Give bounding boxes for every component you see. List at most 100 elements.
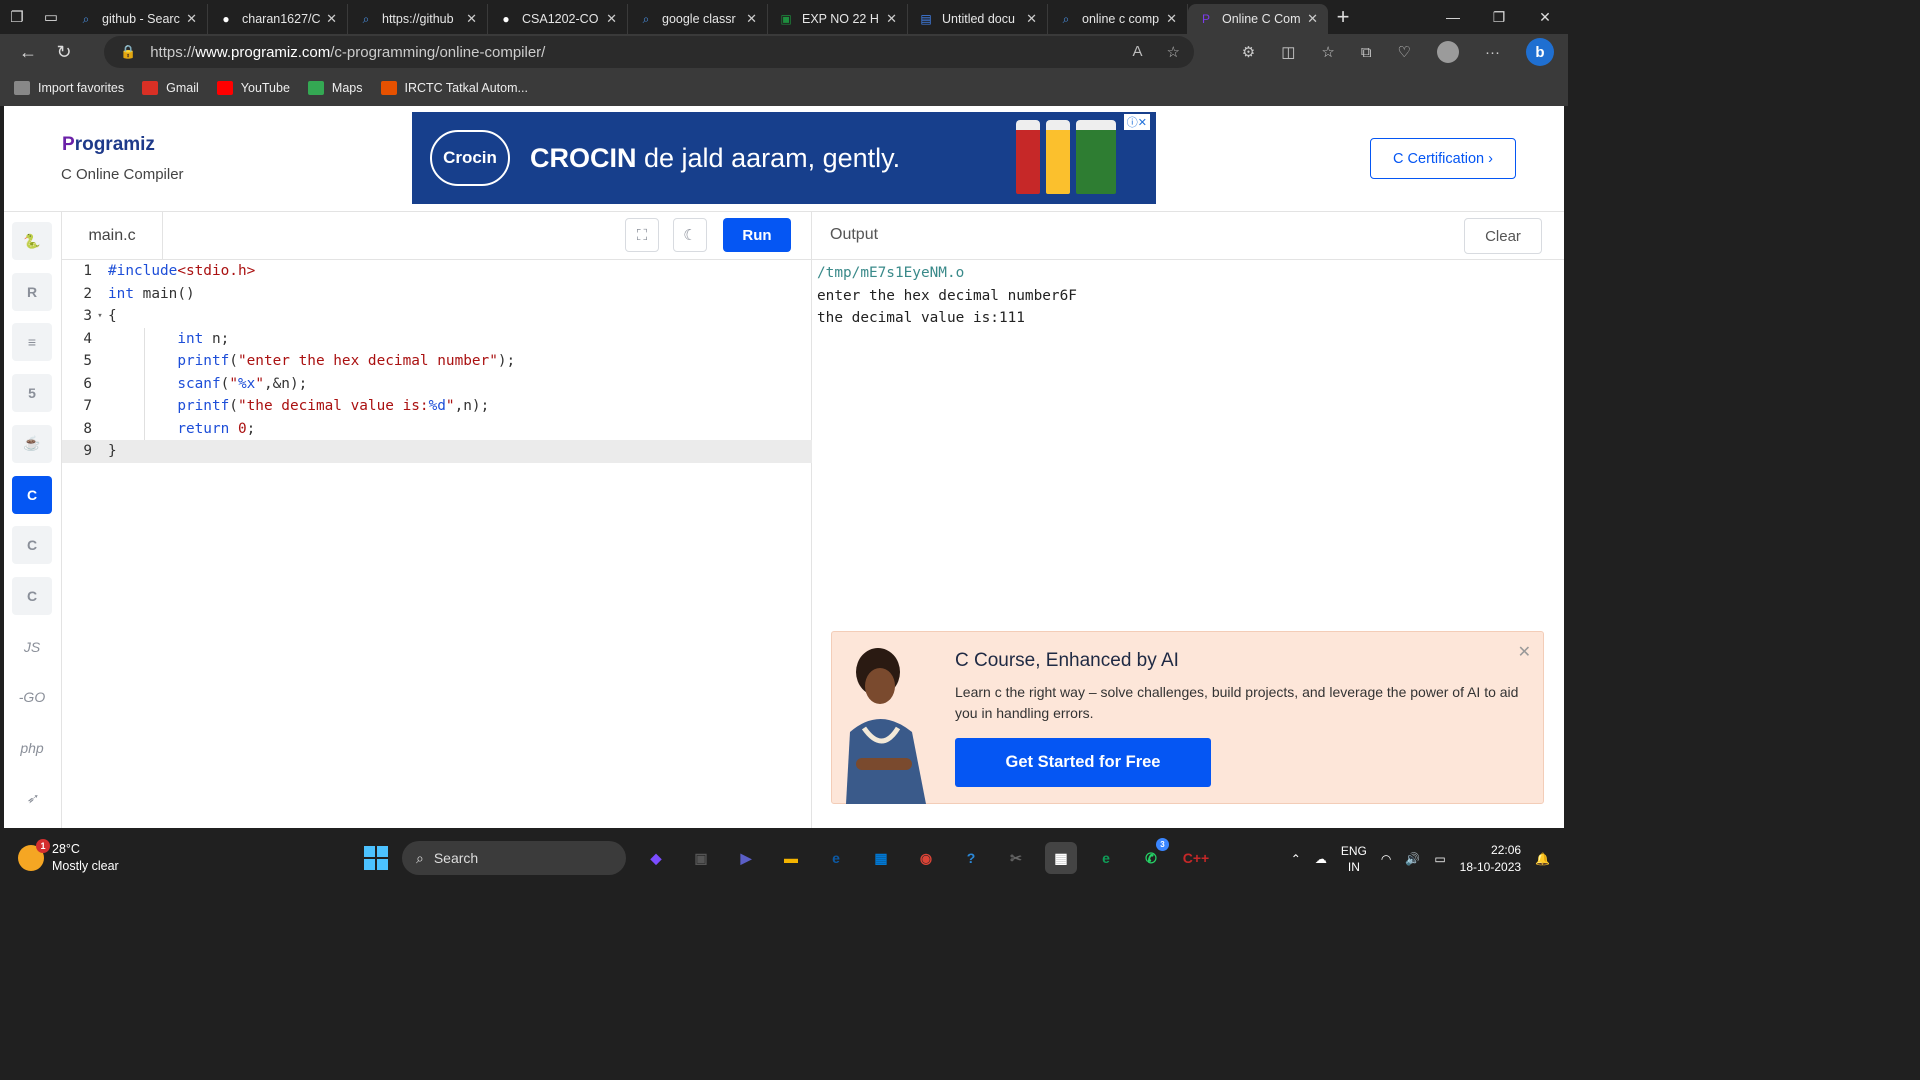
favorite-item[interactable]: YouTube: [216, 81, 290, 95]
tab-close-icon[interactable]: ✕: [326, 11, 337, 27]
lang-sql-icon[interactable]: ≡: [12, 323, 52, 362]
promo-close-icon[interactable]: ✕: [1518, 642, 1531, 662]
battery-icon[interactable]: ▭: [1434, 852, 1445, 866]
tab-close-icon[interactable]: ✕: [466, 11, 477, 27]
address-bar-row: ← ↻ 🔒 https://www.programiz.com/c-progra…: [0, 34, 1568, 70]
browser-tab-title: online c comp: [1082, 12, 1160, 26]
tab-close-icon[interactable]: ✕: [746, 11, 757, 27]
lang-html-icon[interactable]: 5: [12, 374, 52, 413]
lang-swift-icon[interactable]: ➶: [12, 780, 52, 818]
restore-button[interactable]: ❐: [1476, 9, 1522, 26]
code-token: ": [445, 398, 455, 415]
teams-icon[interactable]: ▶: [730, 842, 762, 874]
code-line: 5 printf("enter the hex decimal number")…: [62, 350, 812, 373]
favorites-icon[interactable]: ☆: [1321, 43, 1334, 61]
language-indicator[interactable]: ENG IN: [1341, 843, 1367, 875]
code-token: ": [229, 375, 238, 392]
browser-tab[interactable]: ● charan1627/C ✕: [208, 4, 348, 34]
lang-c-icon[interactable]: C: [12, 475, 52, 514]
lang-js-icon[interactable]: JS: [12, 628, 52, 666]
extensions-icon[interactable]: ⚙: [1242, 43, 1255, 61]
wifi-icon[interactable]: ◠: [1381, 852, 1391, 866]
browser-tab[interactable]: ▣ EXP NO 22 H ✕: [768, 4, 908, 34]
clear-button[interactable]: Clear: [1464, 218, 1542, 254]
refresh-icon[interactable]: ↻: [46, 42, 82, 63]
new-tab-button[interactable]: +: [1328, 4, 1358, 30]
browser-tab[interactable]: ⌕ github - Search ✕: [68, 4, 208, 34]
code-area[interactable]: 1 #include<stdio.h> 2 int main() 3 ▾{4 int n;…: [62, 260, 812, 463]
browser-tab[interactable]: ⌕ google classr ✕: [628, 4, 768, 34]
performance-icon[interactable]: ♡: [1398, 43, 1411, 61]
read-aloud-icon[interactable]: A: [1133, 43, 1143, 61]
tab-close-icon[interactable]: ✕: [886, 11, 897, 27]
lang-php-icon[interactable]: php: [12, 729, 52, 767]
browser-tab[interactable]: ⌕ https://github ✕: [348, 4, 488, 34]
lang-csharp-icon[interactable]: C: [12, 576, 52, 615]
line-number: 1: [83, 263, 92, 280]
whatsapp-icon[interactable]: ✆ 3: [1135, 838, 1169, 874]
task-view-icon[interactable]: ▣: [685, 842, 717, 874]
lang-python-icon[interactable]: 🐍: [12, 222, 52, 260]
weather-desc: Mostly clear: [52, 859, 119, 873]
programiz-logo[interactable]: Programiz: [62, 134, 155, 156]
volume-icon[interactable]: 🔊: [1405, 852, 1420, 866]
copilot-app-icon[interactable]: ◆: [640, 842, 672, 874]
get-started-button[interactable]: Get Started for Free: [955, 738, 1211, 787]
tray-chevron-icon[interactable]: ⌃: [1291, 852, 1301, 866]
split-screen-icon[interactable]: ◫: [1281, 43, 1295, 61]
run-button[interactable]: Run: [723, 218, 791, 252]
browser-tab[interactable]: P Online C Com ✕: [1188, 4, 1328, 34]
certification-button[interactable]: C Certification ›: [1370, 138, 1516, 179]
profile-avatar[interactable]: [1437, 41, 1459, 63]
back-icon[interactable]: ←: [10, 42, 46, 63]
close-window-button[interactable]: ✕: [1522, 9, 1568, 26]
favorite-item[interactable]: Import favorites: [14, 81, 124, 95]
code-token: (: [229, 353, 238, 370]
edge-icon[interactable]: e: [820, 842, 852, 874]
fold-arrow-icon[interactable]: ▾: [92, 311, 108, 321]
tab-close-icon[interactable]: ✕: [1026, 11, 1037, 27]
ad-close-icon[interactable]: ⓘ✕: [1123, 114, 1150, 130]
collections-icon[interactable]: ⧉: [1361, 44, 1372, 61]
workspaces-icon[interactable]: ❐: [0, 0, 34, 34]
favorite-star-icon[interactable]: ☆: [1167, 43, 1180, 61]
windows-start-icon[interactable]: [364, 846, 388, 870]
tab-actions-icon[interactable]: ▭: [34, 0, 68, 34]
lang-cpp-icon[interactable]: C: [12, 526, 52, 565]
devcpp-icon[interactable]: C++: [1180, 842, 1212, 874]
weather-widget[interactable]: 1 28°C Mostly clear: [18, 839, 119, 875]
url-field[interactable]: 🔒 https://www.programiz.com/c-programmin…: [104, 36, 1194, 68]
tab-close-icon[interactable]: ✕: [606, 11, 617, 27]
edge-active-icon[interactable]: e: [1090, 842, 1122, 874]
browser-tab[interactable]: ⌕ online c comp ✕: [1048, 4, 1188, 34]
onedrive-icon[interactable]: ☁: [1315, 852, 1327, 866]
clock[interactable]: 22:06 18-10-2023: [1460, 842, 1521, 876]
tab-close-icon[interactable]: ✕: [1166, 11, 1177, 27]
snipping-icon[interactable]: ✂: [1000, 842, 1032, 874]
crocin-ad-banner[interactable]: Crocin CROCIN de jald aaram, gently. ⓘ✕: [412, 112, 1156, 204]
chrome-icon[interactable]: ◉: [910, 842, 942, 874]
tab-close-icon[interactable]: ✕: [1307, 11, 1318, 27]
lang-r-icon[interactable]: R: [12, 272, 52, 311]
browser-tab[interactable]: ▤ Untitled docu ✕: [908, 4, 1048, 34]
file-tab-main-c[interactable]: main.c: [62, 212, 163, 260]
taskbar-search[interactable]: ⌕ Search: [402, 841, 626, 875]
tab-close-icon[interactable]: ✕: [186, 11, 197, 27]
minimize-button[interactable]: —: [1430, 9, 1476, 26]
notification-bell-icon[interactable]: 🔔: [1535, 852, 1550, 866]
favorite-item[interactable]: Gmail: [142, 81, 199, 95]
fullscreen-icon[interactable]: ⛶: [625, 218, 659, 252]
store-icon[interactable]: ▦: [865, 842, 897, 874]
lang-go-icon[interactable]: -GO: [12, 678, 52, 716]
lang-java-icon[interactable]: ☕: [12, 424, 52, 463]
ms-store-icon[interactable]: ▦: [1045, 842, 1077, 874]
bing-chat-icon[interactable]: b: [1526, 38, 1554, 66]
help-icon[interactable]: ?: [955, 842, 987, 874]
code-token: printf: [177, 353, 230, 370]
favorite-item[interactable]: Maps: [307, 81, 363, 95]
browser-tab[interactable]: ● CSA1202-CO ✕: [488, 4, 628, 34]
favorite-item[interactable]: IRCTC Tatkal Autom...: [380, 81, 528, 95]
more-menu-icon[interactable]: ···: [1485, 44, 1500, 61]
dark-mode-icon[interactable]: ☾: [673, 218, 707, 252]
file-explorer-icon[interactable]: ▬: [775, 842, 807, 874]
